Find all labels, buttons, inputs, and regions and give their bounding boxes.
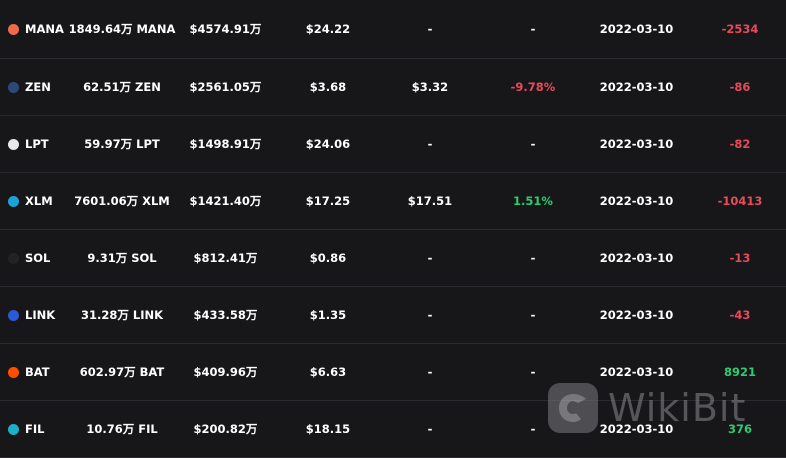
value-cell: $200.82万 [193,422,258,436]
date-cell: 2022-03-10 [599,80,674,94]
amount-cell: 9.31万 SOL [87,251,157,265]
coin-symbol: LINK [25,308,56,322]
amount-cell: 602.97万 BAT [79,365,165,379]
watermark-text: WikiBit [608,386,747,430]
price2-cell: - [427,251,433,265]
amount-cell: 10.76万 FIL [86,422,158,436]
coin-symbol: XLM [25,194,53,208]
date-cell: 2022-03-10 [599,251,674,265]
coin-symbol: ZEN [25,80,51,94]
table-row[interactable]: MANA 1849.64万 MANA $4574.91万 $24.22 - - 2022-0… [0,0,786,59]
value-cell: $2561.05万 [189,80,262,94]
coin-symbol: MANA [25,22,64,36]
coin-cell[interactable]: BAT [8,344,50,400]
zen-icon [8,81,19,93]
price2-cell: - [427,365,433,379]
price-cell: $18.15 [305,422,351,436]
diff-cell: -86 [729,80,751,94]
change-cell: -9.78% [510,80,556,94]
table-row[interactable]: ZEN 62.51万 ZEN $2561.05万 $3.68 $3.32 -9.78% 20… [0,59,786,116]
coin-cell[interactable]: XLM [8,173,53,229]
price-cell: $3.68 [309,80,347,94]
change-cell: 1.51% [513,194,553,208]
value-cell: $409.96万 [193,365,258,379]
price-cell: $0.86 [309,251,347,265]
date-cell: 2022-03-10 [599,22,674,36]
amount-cell: 1849.64万 MANA [68,22,176,36]
coin-symbol: LPT [25,137,49,151]
price2-cell: - [427,137,433,151]
link-icon [8,309,19,321]
lpt-icon [8,138,19,150]
change-cell: - [530,251,536,265]
fil-icon [8,423,19,435]
coin-symbol: FIL [25,422,45,436]
coin-cell[interactable]: LINK [8,287,55,343]
diff-cell: -82 [729,137,751,151]
value-cell: $4574.91万 [189,22,262,36]
price-cell: $1.35 [309,308,347,322]
table-row[interactable]: LPT 59.97万 LPT $1498.91万 $24.06 - - 2022-03-10… [0,116,786,173]
price-cell: $17.25 [305,194,351,208]
value-cell: $812.41万 [193,251,258,265]
price-cell: $6.63 [309,365,347,379]
diff-cell: -13 [729,251,751,265]
coin-cell[interactable]: FIL [8,401,44,457]
coin-cell[interactable]: SOL [8,230,50,286]
sol-icon [8,252,19,264]
price2-cell: $3.32 [411,80,449,94]
amount-cell: 59.97万 LPT [84,137,160,151]
bat-icon [8,366,19,378]
coin-cell[interactable]: LPT [8,116,49,172]
price-cell: $24.06 [305,137,351,151]
change-cell: - [530,22,536,36]
value-cell: $1498.91万 [189,137,262,151]
price2-cell: - [427,22,433,36]
value-cell: $433.58万 [193,308,258,322]
price-cell: $24.22 [305,22,351,36]
table-row[interactable]: SOL 9.31万 SOL $812.41万 $0.86 - - 2022-03-10 -13 [0,230,786,287]
amount-cell: 7601.06万 XLM [74,194,170,208]
coin-symbol: BAT [25,365,50,379]
coin-symbol: SOL [25,251,51,265]
watermark: WikiBit [548,380,746,436]
date-cell: 2022-03-10 [599,194,674,208]
change-cell: - [530,137,536,151]
change-cell: - [530,308,536,322]
price2-cell: $17.51 [407,194,453,208]
table-row[interactable]: LINK 31.28万 LINK $433.58万 $1.35 - - 2022-03-10… [0,287,786,344]
mana-icon [8,23,19,35]
diff-cell: -10413 [717,194,763,208]
amount-cell: 62.51万 ZEN [83,80,161,94]
wikibit-logo-icon [548,383,598,433]
date-cell: 2022-03-10 [599,308,674,322]
amount-cell: 31.28万 LINK [80,308,164,322]
diff-cell: -2534 [721,22,759,36]
coin-cell[interactable]: ZEN [8,59,51,115]
date-cell: 2022-03-10 [599,137,674,151]
xlm-icon [8,195,19,207]
price2-cell: - [427,422,433,436]
table-row[interactable]: XLM 7601.06万 XLM $1421.40万 $17.25 $17.51 1.51… [0,173,786,230]
value-cell: $1421.40万 [189,194,262,208]
diff-cell: -43 [729,308,751,322]
price2-cell: - [427,308,433,322]
coin-cell[interactable]: MANA [8,0,64,58]
